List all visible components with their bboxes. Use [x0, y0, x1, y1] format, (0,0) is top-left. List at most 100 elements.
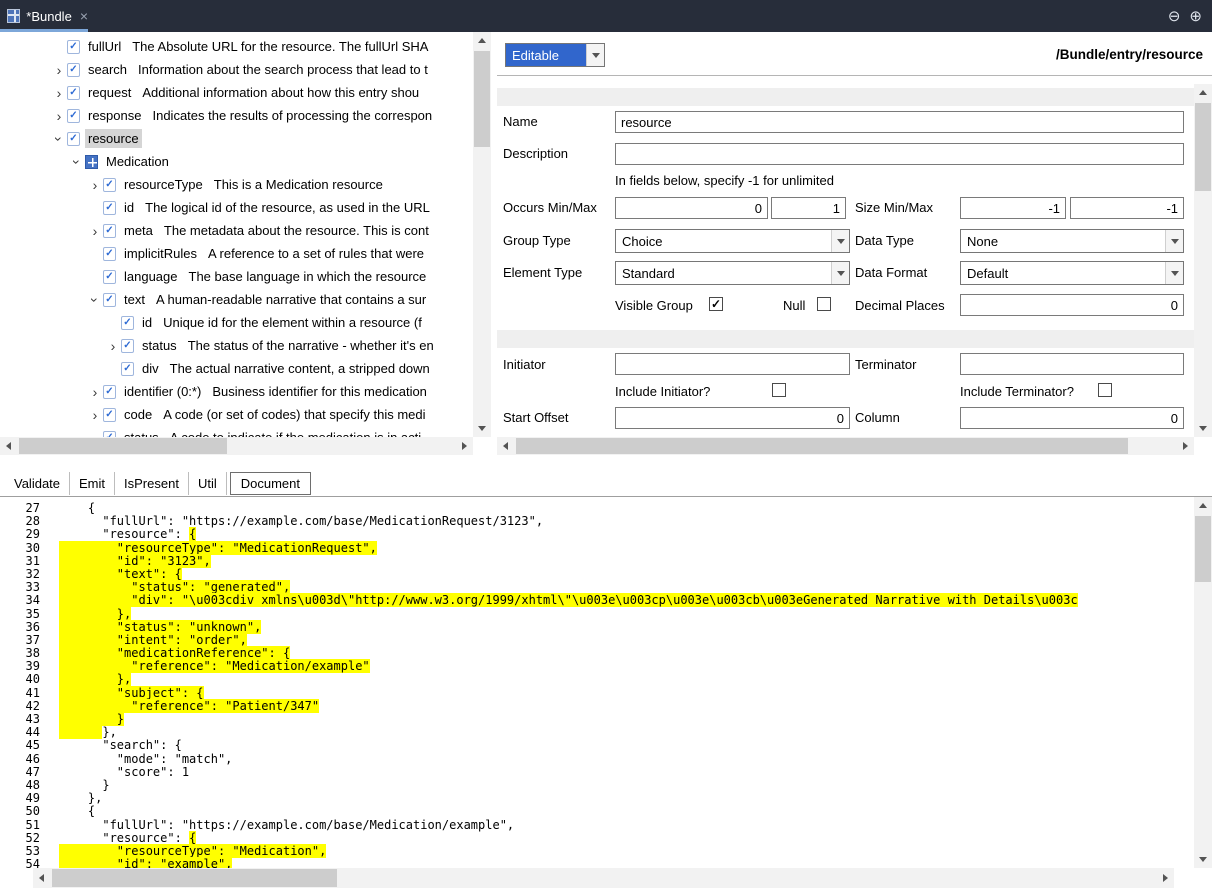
visible-group-checkbox[interactable]: ✓ [709, 297, 723, 311]
element-type-select[interactable]: Standard [615, 261, 850, 285]
tree-item[interactable]: ✓divThe actual narrative content, a stri… [0, 357, 473, 380]
tree-item-description: Information about the search process tha… [138, 62, 428, 77]
tree-item[interactable]: ✓idThe logical id of the resource, as us… [0, 196, 473, 219]
tree-item[interactable]: ›✓metaThe metadata about the resource. T… [0, 219, 473, 242]
chevron-down-icon[interactable]: › [70, 154, 84, 170]
chevron-right-icon[interactable]: › [87, 178, 103, 192]
tree-item[interactable]: ›✓identifier (0:*)Business identifier fo… [0, 380, 473, 403]
scroll-left-button[interactable] [33, 868, 50, 888]
chevron-right-icon[interactable]: › [51, 86, 67, 100]
tree-item[interactable]: ›✓resourceTypeThis is a Medication resou… [0, 173, 473, 196]
tab-validate[interactable]: Validate [5, 472, 70, 495]
tree-item[interactable]: ›✓resource [0, 127, 473, 150]
chevron-right-icon[interactable]: › [105, 339, 121, 353]
scroll-left-button[interactable] [0, 437, 17, 455]
tree-vertical-scrollbar[interactable] [473, 32, 491, 437]
line-number: 29 [0, 528, 40, 541]
scroll-down-button[interactable] [473, 420, 491, 437]
document-json-view[interactable]: 27 {28 "fullUrl": "https://example.com/b… [0, 497, 1194, 868]
tree-item[interactable]: ›✓requestAdditional information about ho… [0, 81, 473, 104]
occurs-min-input[interactable] [615, 197, 768, 219]
scrollbar-thumb[interactable] [1195, 103, 1211, 191]
code-line: 49 }, [0, 792, 1194, 805]
null-checkbox[interactable] [817, 297, 831, 311]
element-icon: ✓ [103, 270, 116, 284]
chevron-right-icon[interactable]: › [87, 385, 103, 399]
chevron-down-icon[interactable]: › [88, 292, 102, 308]
tree-item[interactable]: ✓languageThe base language in which the … [0, 265, 473, 288]
tab-emit[interactable]: Emit [70, 472, 115, 495]
scroll-right-button[interactable] [1157, 868, 1174, 888]
name-input[interactable] [615, 111, 1184, 133]
include-terminator-checkbox[interactable] [1098, 383, 1112, 397]
code-line: 41 "subject": { [0, 687, 1194, 700]
scroll-down-button[interactable] [1194, 420, 1212, 437]
scrollbar-thumb[interactable] [474, 51, 490, 147]
tree-item[interactable]: ✓implicitRulesA reference to a set of ru… [0, 242, 473, 265]
tree-item[interactable]: ›✓statusThe status of the narrative - wh… [0, 334, 473, 357]
chevron-down-icon[interactable] [586, 44, 604, 66]
chevron-down-icon[interactable] [1165, 230, 1183, 252]
scroll-down-button[interactable] [1194, 851, 1212, 868]
highlighted-code-text: { [189, 527, 196, 541]
edit-mode-select[interactable]: Editable [505, 43, 605, 67]
description-input[interactable] [615, 143, 1184, 165]
tree-item-label: request [85, 83, 134, 102]
scroll-right-button[interactable] [456, 437, 473, 455]
code-text: "mode": "match", [59, 752, 232, 766]
add-circle-icon[interactable]: ⊕ [1189, 7, 1202, 25]
scrollbar-thumb[interactable] [52, 869, 337, 887]
collapse-circle-icon[interactable]: ⊖ [1168, 7, 1181, 25]
tab-document[interactable]: Document [230, 472, 311, 495]
tree-item[interactable]: ›✓searchInformation about the search pro… [0, 58, 473, 81]
decimal-places-input[interactable] [960, 294, 1184, 316]
tree-item-label: div [139, 359, 162, 378]
initiator-input[interactable] [615, 353, 850, 375]
group-type-select[interactable]: Choice [615, 229, 850, 253]
occurs-max-input[interactable] [771, 197, 846, 219]
terminator-input[interactable] [960, 353, 1184, 375]
tree-item[interactable]: ›✓responseIndicates the results of proce… [0, 104, 473, 127]
tree-item[interactable]: ✓idUnique id for the element within a re… [0, 311, 473, 334]
chevron-down-icon[interactable] [1165, 262, 1183, 284]
document-vertical-scrollbar[interactable] [1194, 497, 1212, 868]
chevron-down-icon[interactable] [831, 230, 849, 252]
column-input[interactable] [960, 407, 1184, 429]
tab-util[interactable]: Util [189, 472, 227, 495]
tree-horizontal-scrollbar[interactable] [0, 437, 473, 455]
scroll-left-button[interactable] [497, 437, 514, 455]
data-type-select[interactable]: None [960, 229, 1184, 253]
scrollbar-thumb[interactable] [516, 438, 1128, 454]
document-tab-bundle[interactable]: *Bundle × [0, 0, 88, 32]
scrollbar-thumb[interactable] [19, 438, 227, 454]
tree-item[interactable]: ›Medication [0, 150, 473, 173]
tree-item[interactable]: ›✓codeA code (or set of codes) that spec… [0, 403, 473, 426]
document-horizontal-scrollbar[interactable] [33, 868, 1174, 888]
properties-horizontal-scrollbar[interactable] [497, 437, 1194, 455]
scroll-up-button[interactable] [473, 32, 491, 49]
chevron-right-icon[interactable]: › [51, 63, 67, 77]
tree-item-description: The status of the narrative - whether it… [188, 338, 434, 353]
scroll-up-button[interactable] [1194, 497, 1212, 514]
scroll-up-button[interactable] [1194, 84, 1212, 101]
include-initiator-checkbox[interactable] [772, 383, 786, 397]
highlighted-code-text: "subject": { [59, 686, 204, 700]
size-max-input[interactable] [1070, 197, 1184, 219]
tree-item[interactable]: ›✓textA human-readable narrative that co… [0, 288, 473, 311]
tree-item[interactable]: ✓fullUrlThe Absolute URL for the resourc… [0, 35, 473, 58]
chevron-down-icon[interactable] [831, 262, 849, 284]
chevron-right-icon[interactable]: › [51, 109, 67, 123]
tree-item[interactable]: ✓statusA code to indicate if the medicat… [0, 426, 473, 437]
tab-ispresent[interactable]: IsPresent [115, 472, 189, 495]
scroll-right-button[interactable] [1177, 437, 1194, 455]
properties-vertical-scrollbar[interactable] [1194, 84, 1212, 437]
tab-close-icon[interactable]: × [80, 9, 88, 23]
chevron-right-icon[interactable]: › [87, 408, 103, 422]
data-format-select[interactable]: Default [960, 261, 1184, 285]
start-offset-input[interactable] [615, 407, 850, 429]
tree-item-label: identifier (0:*) [121, 382, 204, 401]
chevron-down-icon[interactable]: › [52, 131, 66, 147]
size-min-input[interactable] [960, 197, 1066, 219]
chevron-right-icon[interactable]: › [87, 224, 103, 238]
scrollbar-thumb[interactable] [1195, 516, 1211, 582]
